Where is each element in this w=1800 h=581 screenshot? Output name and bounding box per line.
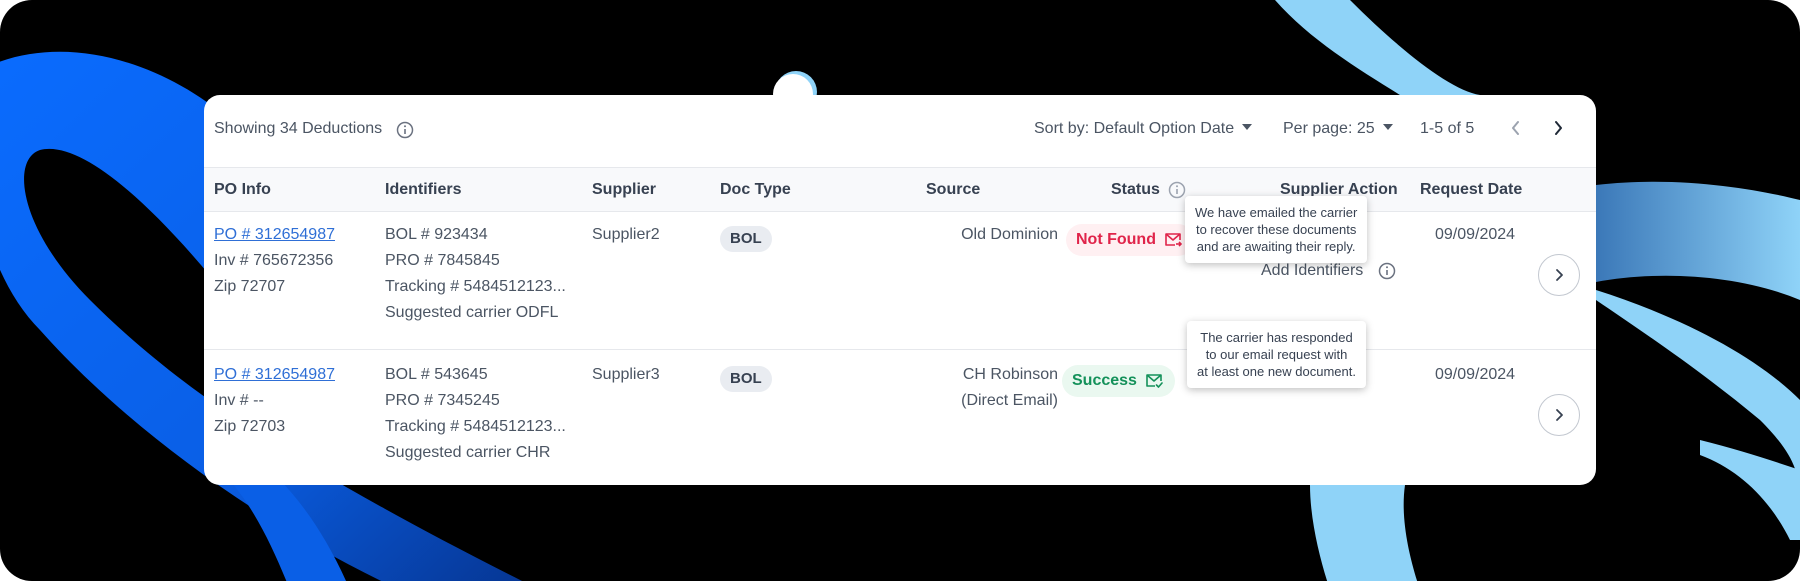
po-link[interactable]: PO # 312654987 — [214, 362, 335, 388]
invoice-number: Inv # 765672356 — [214, 252, 334, 269]
source-name: CH Robinson — [962, 366, 1058, 383]
po-link[interactable]: PO # 312654987 — [214, 222, 335, 248]
request-date: 09/09/2024 — [1435, 366, 1516, 383]
status-label: Not Found — [1076, 231, 1156, 248]
col-doc-type: Doc Type — [720, 181, 791, 198]
bol-number: BOL # 543645 — [385, 366, 488, 383]
open-row-button[interactable] — [1538, 254, 1580, 296]
info-circle-icon[interactable] — [396, 121, 414, 139]
page-range: 1-5 of 5 — [1420, 120, 1475, 137]
doc-type-badge: BOL — [720, 366, 772, 392]
tooltip-line: We have emailed the carrier — [1195, 205, 1358, 220]
identifiers-cell: BOL # 923434 PRO # 7845845 Tracking # 54… — [385, 222, 566, 326]
request-date: 09/09/2024 — [1435, 226, 1516, 243]
prev-page-button[interactable] — [1501, 113, 1531, 143]
tooltip-line: to our email request with — [1205, 347, 1348, 362]
status-badge-not-found[interactable]: Not Found — [1066, 224, 1194, 256]
sort-dropdown[interactable]: Sort by: Default Option Date — [1034, 119, 1253, 139]
tooltip-line: and are awaiting their reply. — [1196, 239, 1356, 254]
open-row-button[interactable] — [1538, 394, 1580, 436]
tooltip-success: The carrier has responded to our email r… — [1187, 321, 1366, 388]
status-label: Success — [1072, 372, 1137, 389]
col-request-date: Request Date — [1420, 181, 1523, 198]
tracking-number: Tracking # 5484512123... — [385, 278, 566, 295]
supplier-cell: Supplier3 — [592, 366, 660, 383]
zip-code: Zip 72703 — [214, 418, 286, 435]
chevron-right-icon — [1555, 121, 1562, 135]
info-circle-icon[interactable] — [1378, 262, 1396, 280]
bol-number: BOL # 923434 — [385, 226, 488, 243]
deductions-table-card: Showing 34 Deductions Sort by: Default O… — [204, 95, 1596, 485]
status-badge-success[interactable]: Success — [1062, 365, 1175, 397]
tooltip-line: to recover these documents — [1195, 222, 1357, 237]
col-supplier: Supplier — [592, 181, 657, 198]
chevron-left-icon — [1512, 121, 1519, 135]
mail-forward-icon — [1165, 233, 1182, 247]
po-info-cell: PO # 312654987 Inv # 765672356 Zip 72707 — [214, 222, 335, 300]
per-page-dropdown[interactable]: Per page: 25 — [1283, 119, 1393, 139]
showing-count: Showing 34 Deductions — [214, 120, 383, 137]
source-detail: (Direct Email) — [961, 392, 1058, 409]
col-po-info: PO Info — [214, 181, 271, 198]
next-page-button[interactable] — [1543, 113, 1573, 143]
tooltip-line: at least one new document. — [1197, 364, 1356, 379]
source-cell: Old Dominion — [961, 222, 1058, 248]
doc-type-badge: BOL — [720, 226, 772, 252]
po-info-cell: PO # 312654987 Inv # -- Zip 72703 — [214, 362, 335, 440]
per-page-label: Per page: 25 — [1283, 120, 1375, 137]
supplier-action-label: Add Identifiers — [1261, 262, 1364, 279]
col-identifiers: Identifiers — [385, 181, 462, 198]
col-source: Source — [926, 181, 981, 198]
caret-down-icon — [1242, 124, 1253, 130]
chevron-right-icon — [1556, 269, 1563, 281]
identifiers-cell: BOL # 543645 PRO # 7345245 Tracking # 54… — [385, 362, 566, 466]
suggested-carrier: Suggested carrier ODFL — [385, 304, 559, 321]
source-name: Old Dominion — [961, 226, 1058, 243]
supplier-cell: Supplier2 — [592, 226, 660, 243]
pro-number: PRO # 7345245 — [385, 392, 500, 409]
mail-check-icon — [1146, 374, 1163, 388]
zip-code: Zip 72707 — [214, 278, 286, 295]
suggested-carrier: Suggested carrier CHR — [385, 444, 551, 461]
table-header: PO Info Identifiers Supplier Doc Type So… — [204, 167, 1596, 212]
tracking-number: Tracking # 5484512123... — [385, 418, 566, 435]
pro-number: PRO # 7845845 — [385, 252, 500, 269]
info-circle-icon[interactable] — [1168, 181, 1186, 199]
invoice-number: Inv # -- — [214, 392, 264, 409]
tooltip-line: The carrier has responded — [1200, 330, 1353, 345]
chevron-right-icon — [1556, 409, 1563, 421]
table-toolbar: Showing 34 Deductions Sort by: Default O… — [204, 95, 1596, 167]
table-row[interactable]: PO # 312654987 Inv # -- Zip 72703 BOL # … — [204, 350, 1596, 485]
caret-down-icon — [1382, 124, 1393, 130]
sort-label: Sort by: Default Option Date — [1034, 120, 1235, 137]
col-status: Status — [1111, 181, 1160, 198]
tooltip-not-found: We have emailed the carrier to recover t… — [1185, 196, 1368, 263]
table-row[interactable]: PO # 312654987 Inv # 765672356 Zip 72707… — [204, 210, 1596, 350]
source-cell: CH Robinson (Direct Email) — [961, 362, 1058, 414]
